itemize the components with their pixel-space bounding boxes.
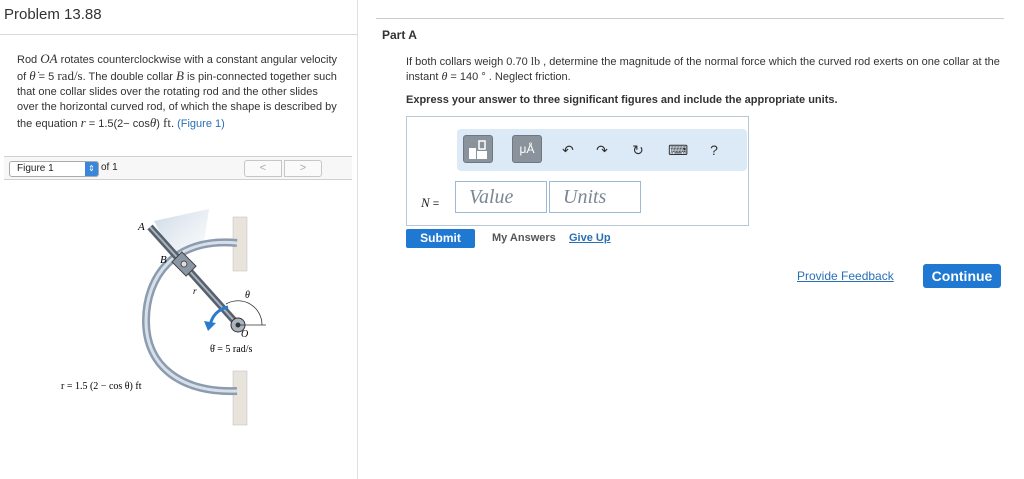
next-figure-button[interactable]: > bbox=[284, 160, 322, 177]
rotation-arrowhead bbox=[204, 321, 216, 331]
answer-instruction: Express your answer to three significant… bbox=[406, 94, 838, 106]
answer-box: μÅ ↶ ↷ ↻ ⌨ ? N = Value Units bbox=[406, 116, 749, 226]
submit-button[interactable]: Submit bbox=[406, 229, 475, 248]
problem-title: Problem 13.88 bbox=[4, 6, 102, 23]
figure-navigation-bar: Figure 1 ⇕ of 1 < > bbox=[4, 156, 352, 180]
text-fade bbox=[0, 131, 357, 149]
help-icon[interactable]: ? bbox=[705, 141, 723, 159]
figure-count: of 1 bbox=[101, 162, 118, 173]
label-b: B bbox=[160, 254, 167, 266]
answer-panel: Part A If both collars weigh 0.70 lb , d… bbox=[358, 0, 1024, 479]
units-field[interactable]: Units bbox=[549, 181, 641, 213]
label-theta: θ bbox=[245, 290, 250, 301]
give-up-link[interactable]: Give Up bbox=[569, 232, 611, 244]
divider bbox=[376, 18, 1004, 19]
label-a: A bbox=[137, 221, 145, 233]
provide-feedback-link[interactable]: Provide Feedback bbox=[797, 269, 894, 283]
collar-pin bbox=[180, 260, 188, 268]
redo-icon[interactable]: ↷ bbox=[593, 141, 611, 159]
divider bbox=[0, 34, 357, 35]
math-toolbar: μÅ ↶ ↷ ↻ ⌨ ? bbox=[457, 129, 747, 171]
figure-link[interactable]: (Figure 1) bbox=[177, 118, 225, 130]
reset-icon[interactable]: ↻ bbox=[629, 141, 647, 159]
continue-button[interactable]: Continue bbox=[923, 264, 1001, 288]
keyboard-icon[interactable]: ⌨ bbox=[668, 141, 688, 159]
value-field[interactable]: Value bbox=[455, 181, 547, 213]
label-r: r bbox=[193, 286, 197, 296]
part-label: Part A bbox=[382, 28, 417, 42]
select-stepper-icon: ⇕ bbox=[85, 162, 98, 176]
figure-image: A B r θ O θ̇ = 5 rad/s r = 1.5 (2 − cos … bbox=[4, 181, 352, 479]
label-equation: r = 1.5 (2 − cos θ) ft bbox=[61, 381, 142, 392]
figure-select[interactable]: Figure 1 ⇕ bbox=[9, 161, 99, 177]
problem-statement: Rod OA rotates counterclockwise with a c… bbox=[17, 51, 338, 130]
templates-icon bbox=[469, 140, 487, 159]
label-angular-velocity: θ̇ = 5 rad/s bbox=[210, 344, 252, 355]
templates-button[interactable] bbox=[463, 135, 493, 163]
variable-label: N = bbox=[421, 195, 440, 210]
question-text: If both collars weigh 0.70 lb , determin… bbox=[406, 54, 1000, 83]
undo-icon[interactable]: ↶ bbox=[559, 141, 577, 159]
mechanism-diagram: A B r θ O θ̇ = 5 rad/s r = 1.5 (2 − cos … bbox=[61, 209, 266, 426]
previous-figure-button[interactable]: < bbox=[244, 160, 282, 177]
units-button[interactable]: μÅ bbox=[512, 135, 542, 163]
label-o: O bbox=[241, 329, 248, 340]
bottom-wall-support bbox=[232, 370, 248, 426]
problem-panel: Problem 13.88 Rod OA rotates countercloc… bbox=[0, 0, 358, 479]
my-answers-link[interactable]: My Answers bbox=[492, 232, 556, 244]
